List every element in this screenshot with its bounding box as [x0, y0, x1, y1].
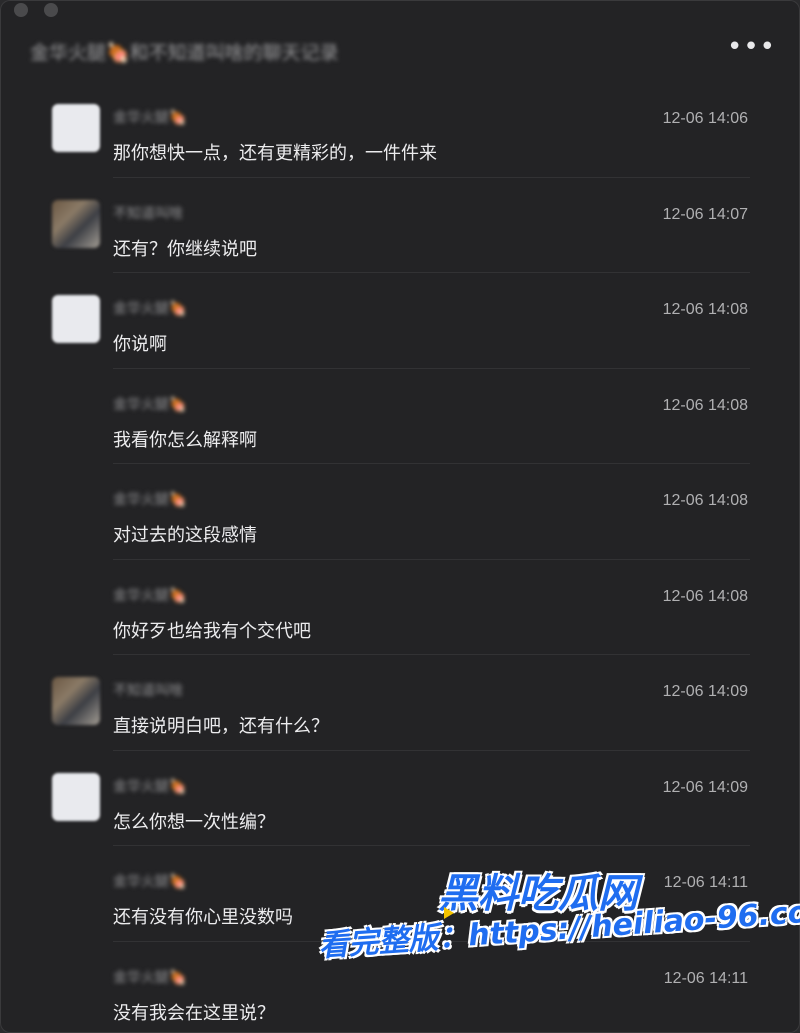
- message-text: 直接说明白吧，还有什么？: [113, 716, 329, 737]
- message-item[interactable]: 金华火腿🍖 12-06 14:09 怎么你想一次性编？: [0, 751, 800, 846]
- message-text: 怎么你想一次性编？: [113, 811, 275, 833]
- message-text: 还有？你继续说吧: [113, 238, 257, 260]
- sender-name: 金华火腿🍖: [113, 396, 187, 413]
- avatar[interactable]: [52, 772, 100, 821]
- sender-name: 金华火腿🍖: [113, 492, 187, 508]
- message-text: 没有我会在这里说？: [113, 1002, 275, 1024]
- message-time: 12-06 14:08: [662, 492, 748, 509]
- message-text: 那你想快一点，还有更精彩的，一件件来: [113, 143, 437, 164]
- avatar[interactable]: [52, 104, 100, 152]
- message-item[interactable]: 金华火腿🍖 12-06 14:06 那你想快一点，还有更精彩的，一件件来: [0, 82, 800, 178]
- message-list: 金华火腿🍖 12-06 14:06 那你想快一点，还有更精彩的，一件件来不知道叫啥 1…: [0, 82, 800, 1033]
- message-time: 12-06 14:08: [662, 301, 748, 318]
- sender-name: 不知道叫啥: [113, 205, 183, 222]
- message-item[interactable]: 金华火腿🍖 12-06 14:08 我看你怎么解释啊: [0, 369, 800, 464]
- sender-name: 金华火腿🍖: [113, 874, 187, 890]
- header: 金华火腿🍖和不知道叫啥的聊天记录 •••: [0, 18, 800, 82]
- sender-name: 金华火腿🍖: [113, 969, 187, 986]
- message-item[interactable]: 不知道叫啥 12-06 14:07 还有？你继续说吧: [0, 178, 800, 273]
- avatar[interactable]: [52, 295, 100, 343]
- avatar[interactable]: [52, 677, 100, 725]
- message-item[interactable]: 金华火腿🍖 12-06 14:08 你说啊: [0, 273, 800, 369]
- sender-name: 金华火腿🍖: [113, 778, 187, 795]
- message-item[interactable]: 金华火腿🍖 12-06 14:11 还有没有你心里没数吗: [0, 846, 800, 942]
- chat-history-window: 金华火腿🍖和不知道叫啥的聊天记录 ••• 金华火腿🍖 12-06 14:06 那你想…: [0, 0, 800, 1033]
- minimize-window-button[interactable]: [44, 3, 58, 17]
- message-item[interactable]: 金华火腿🍖 12-06 14:08 你好歹也给我有个交代吧: [0, 560, 800, 655]
- window-controls: [14, 3, 58, 17]
- message-time: 12-06 14:11: [663, 874, 748, 891]
- message-text: 我看你怎么解释啊: [113, 429, 257, 451]
- sender-name: 金华火腿🍖: [113, 587, 187, 604]
- message-time: 12-06 14:09: [662, 778, 748, 796]
- message-time: 12-06 14:11: [663, 969, 748, 987]
- more-options-icon[interactable]: •••: [727, 34, 776, 60]
- avatar[interactable]: [52, 199, 100, 248]
- message-text: 对过去的这段感情: [113, 525, 257, 546]
- message-item[interactable]: 金华火腿🍖 12-06 14:08 对过去的这段感情: [0, 464, 800, 560]
- sender-name: 金华火腿🍖: [113, 301, 187, 317]
- message-text: 你好歹也给我有个交代吧: [113, 620, 311, 642]
- message-time: 12-06 14:08: [662, 396, 748, 414]
- message-text: 还有没有你心里没数吗: [113, 907, 293, 928]
- message-item[interactable]: 金华火腿🍖 12-06 14:11 没有我会在这里说？: [0, 942, 800, 1033]
- message-time: 12-06 14:08: [662, 587, 748, 605]
- chat-title: 金华火腿🍖和不知道叫啥的聊天记录: [30, 42, 339, 64]
- sender-name: 金华火腿🍖: [113, 110, 187, 126]
- message-time: 12-06 14:07: [662, 205, 748, 223]
- message-time: 12-06 14:09: [662, 683, 748, 700]
- message-text: 你说啊: [113, 334, 167, 355]
- sender-name: 不知道叫啥: [113, 683, 183, 699]
- close-window-button[interactable]: [14, 3, 28, 17]
- message-item[interactable]: 不知道叫啥 12-06 14:09 直接说明白吧，还有什么？: [0, 655, 800, 751]
- message-time: 12-06 14:06: [662, 110, 748, 127]
